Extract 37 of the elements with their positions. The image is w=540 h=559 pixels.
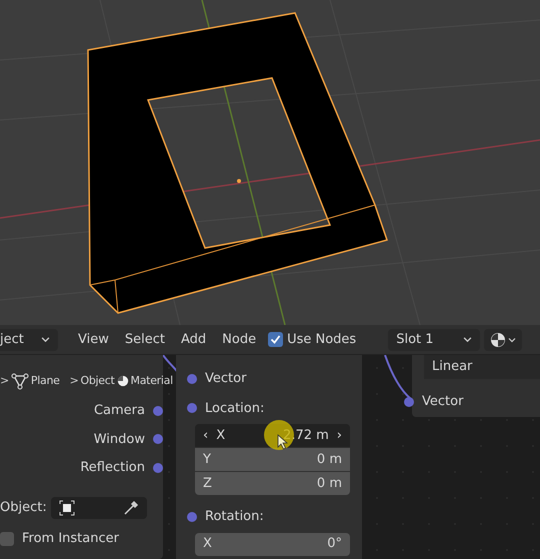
shading-icon bbox=[490, 332, 506, 348]
mode-dropdown[interactable]: Linear bbox=[424, 355, 540, 379]
object-field[interactable] bbox=[50, 497, 147, 519]
breadcrumb-item[interactable]: Plane bbox=[30, 372, 60, 390]
caret-icon bbox=[508, 336, 516, 344]
socket-label: Reflection bbox=[80, 459, 145, 477]
socket-label: Location: bbox=[205, 400, 264, 418]
slot-dropdown[interactable]: Slot 1 bbox=[388, 328, 480, 350]
socket-icon[interactable] bbox=[404, 396, 414, 407]
caret-icon bbox=[463, 335, 472, 344]
use-nodes-checkbox[interactable]: Use Nodes bbox=[268, 330, 356, 350]
socket-label: Vector bbox=[205, 370, 246, 388]
mesh-icon bbox=[10, 372, 29, 390]
menu-item[interactable]: View bbox=[78, 330, 109, 350]
socket-label: Camera bbox=[94, 402, 145, 420]
shading-dropdown[interactable] bbox=[484, 328, 522, 350]
socket-label: Vector bbox=[422, 393, 464, 411]
breadcrumb-item[interactable]: Object bbox=[80, 372, 115, 390]
menu-item[interactable]: Node bbox=[222, 330, 256, 350]
menu-item[interactable]: Select bbox=[124, 330, 165, 350]
field-label: Object: bbox=[0, 499, 47, 518]
checkmark-icon bbox=[270, 334, 282, 345]
socket-label: Window bbox=[94, 430, 145, 448]
from-instancer-checkbox[interactable]: From Instancer bbox=[0, 529, 119, 548]
caret-icon bbox=[41, 335, 50, 344]
mode-dropdown[interactable]: ject bbox=[0, 328, 58, 350]
sphere-icon bbox=[116, 375, 129, 387]
eyedropper-icon[interactable] bbox=[122, 500, 139, 516]
number-field[interactable]: Z 0 m bbox=[195, 472, 350, 495]
number-field[interactable]: X 0° bbox=[195, 532, 350, 556]
chevron-icon: > bbox=[70, 372, 79, 390]
socket-label: Rotation: bbox=[205, 508, 264, 526]
menu-item[interactable]: Add bbox=[180, 330, 206, 350]
breadcrumb-item[interactable]: Material bbox=[130, 372, 173, 390]
number-field[interactable]: Y 0 m bbox=[195, 448, 350, 471]
chevron-icon: > bbox=[0, 372, 9, 390]
object-icon bbox=[58, 500, 75, 516]
